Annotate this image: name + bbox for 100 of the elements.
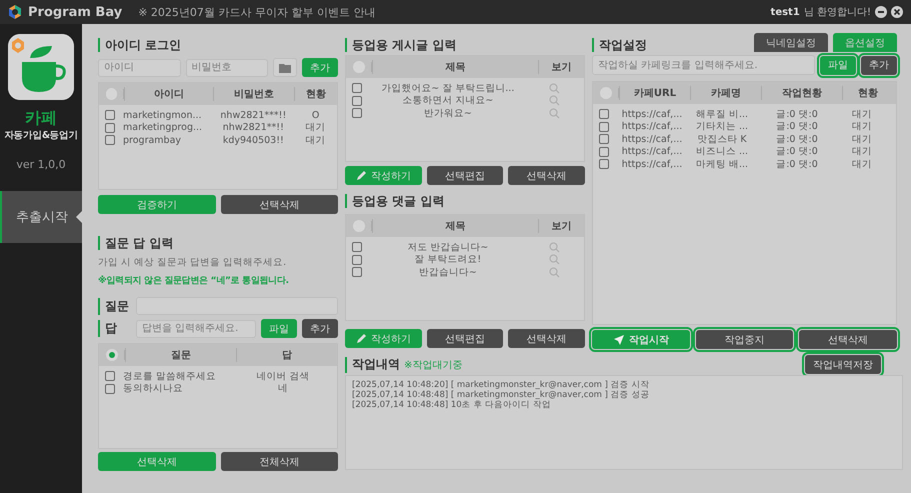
folder-button[interactable] — [273, 58, 297, 77]
select-all-radio[interactable] — [106, 349, 118, 361]
sidebar-item[interactable]: 추출시작 — [0, 191, 82, 243]
minimize-icon[interactable] — [875, 6, 887, 18]
action-button[interactable]: 선택삭제 — [508, 329, 586, 348]
table-cell-text: 맛집스타 K — [696, 132, 748, 146]
table-cell-text: 대기 — [851, 132, 873, 146]
action-button[interactable]: 작업중지 — [696, 330, 794, 349]
pencil-icon — [356, 333, 367, 344]
action-button[interactable]: 전체삭제 — [220, 452, 338, 471]
column-header: 제목 — [372, 219, 538, 233]
row-checkbox[interactable] — [599, 146, 609, 157]
row-checkbox[interactable] — [599, 134, 609, 144]
notice-text[interactable]: ※ 2025년07월 카드사 무이자 할부 이벤트 안내 — [138, 4, 376, 20]
question-label: 질문 — [98, 298, 131, 314]
log-line: [2025,07,14 10:48:20] [ marketingmonster_kr@naver,com ] 검증 시작 — [352, 380, 650, 390]
action-button[interactable]: 선택삭제 — [799, 330, 898, 349]
cup-logo-icon — [8, 34, 74, 100]
row-checkbox[interactable] — [105, 371, 115, 382]
paper-plane-icon — [612, 334, 625, 346]
table-cell-text: 글:0 댓:0 — [775, 108, 819, 121]
column-header: 제목 — [372, 60, 538, 74]
section-title: 등업용 게시글 입력 — [345, 38, 585, 52]
answer-label: 답 — [98, 320, 131, 337]
table-cell-text: 기타치는 ... — [694, 120, 750, 134]
column-header: 카페URL — [619, 86, 690, 100]
table-cell-text: 비즈니스 ... — [694, 145, 750, 158]
action-button[interactable]: 추가 — [861, 56, 897, 74]
row-checkbox[interactable] — [352, 242, 362, 252]
row-checkbox[interactable] — [352, 83, 362, 94]
table-cell-text: https://caf,... — [620, 121, 684, 132]
close-icon[interactable] — [891, 6, 903, 18]
table-cell-text: 반갑습니다~ — [418, 266, 478, 279]
table-cell-text: https://caf,... — [620, 108, 684, 120]
table-cell-text: 대기 — [851, 158, 873, 171]
row-checkbox[interactable] — [105, 110, 115, 120]
section-title: 아이디 로그인 — [98, 38, 338, 52]
table-cell-text: marketingprog... — [123, 122, 204, 134]
table-cell-text: 네이버 검색 — [255, 370, 311, 383]
table-cell-text: 대기 — [304, 121, 327, 134]
column-header: 작업현황 — [761, 86, 842, 100]
table-cell-text: 글:0 댓:0 — [775, 132, 819, 146]
action-button[interactable]: 선택편집 — [426, 329, 504, 348]
folder-icon — [278, 62, 292, 72]
table-cell-text: https://caf,... — [620, 134, 684, 145]
table-cell-text: 글:0 댓:0 — [775, 120, 819, 134]
row-checkbox[interactable] — [105, 135, 115, 146]
table-cell-text: 잘 부탁드려요! — [413, 253, 482, 266]
row-checkbox[interactable] — [599, 109, 609, 120]
table-cell-text: O — [310, 110, 320, 121]
section-title: 작업내역 ※작업대기중 — [345, 356, 800, 372]
row-checkbox[interactable] — [599, 159, 609, 170]
version-text: ver 1,0,0 — [16, 158, 66, 171]
action-button[interactable]: 선택삭제 — [220, 195, 338, 214]
greeting-text: 님 환영합니다! — [804, 6, 871, 19]
row-checkbox[interactable] — [105, 384, 115, 394]
table-cell-text: 마케팅 배... — [694, 158, 750, 171]
pencil-icon — [356, 170, 367, 181]
column-header: 현황 — [842, 86, 893, 100]
action-button[interactable]: 작업내역저장 — [805, 355, 881, 374]
table-cell-text: 동의하시나요 — [123, 382, 184, 396]
action-button[interactable]: 선택삭제 — [508, 166, 586, 185]
table-cell-text: nhw2821**!! — [222, 122, 285, 134]
table-cell-text: 글:0 댓:0 — [775, 145, 819, 158]
row-checkbox[interactable] — [352, 96, 362, 106]
section-title: 질문 답 입력 — [98, 236, 338, 250]
table-cell-text: marketingmon... — [123, 110, 203, 121]
table-cell-text: 가입했어요~ 잘 부탁드립니... — [380, 82, 516, 95]
row-checkbox[interactable] — [105, 122, 115, 133]
url-field[interactable]: 작업하실 카페링크를 입력해주세요. — [592, 55, 815, 75]
table-cell-text: nhw2821***!! — [219, 110, 288, 121]
table-cell-text: 대기 — [304, 134, 327, 147]
id-field[interactable]: 아이디 — [98, 58, 180, 76]
action-button[interactable]: 추가 — [302, 319, 338, 338]
section-title: 작업설정 — [592, 38, 749, 52]
table-cell-text: 대기 — [851, 108, 873, 121]
column-header: 카페명 — [690, 86, 761, 100]
user-name: test1 — [770, 6, 800, 18]
status-text: ※작업대기중 — [404, 360, 462, 370]
table-cell-text: 저도 반갑습니다~ — [406, 240, 490, 254]
app-name: 카페 — [25, 108, 57, 129]
row-checkbox[interactable] — [352, 108, 362, 118]
column-header: 현황 — [294, 87, 337, 101]
table-cell-text: 반가워요~ — [422, 106, 473, 120]
answer-field[interactable]: 답변을 입력해주세요. — [136, 320, 256, 338]
table-cell-text: 대기 — [851, 120, 873, 134]
app-subtitle: 자동가입&등업기 — [4, 129, 78, 142]
action-button[interactable]: 선택편집 — [426, 166, 504, 185]
column-header: 질문 — [125, 348, 236, 362]
table-cell-text: 대기 — [851, 145, 873, 158]
row-checkbox[interactable] — [352, 267, 362, 278]
tab[interactable]: 닉네임설정 — [754, 33, 828, 52]
table-cell-text: 해루질 비... — [694, 108, 750, 121]
row-checkbox[interactable] — [352, 254, 362, 265]
row-checkbox[interactable] — [599, 122, 609, 132]
column-header: 아이디 — [124, 87, 214, 101]
log-line: [2025,07,14 10:48:48] [ marketingmonster_kr@naver,com ] 검증 성공 — [352, 390, 650, 400]
column-header: 보기 — [538, 219, 584, 233]
password-field[interactable]: 비밀번호 — [186, 58, 268, 76]
column-header: 비밀번호 — [213, 87, 294, 101]
